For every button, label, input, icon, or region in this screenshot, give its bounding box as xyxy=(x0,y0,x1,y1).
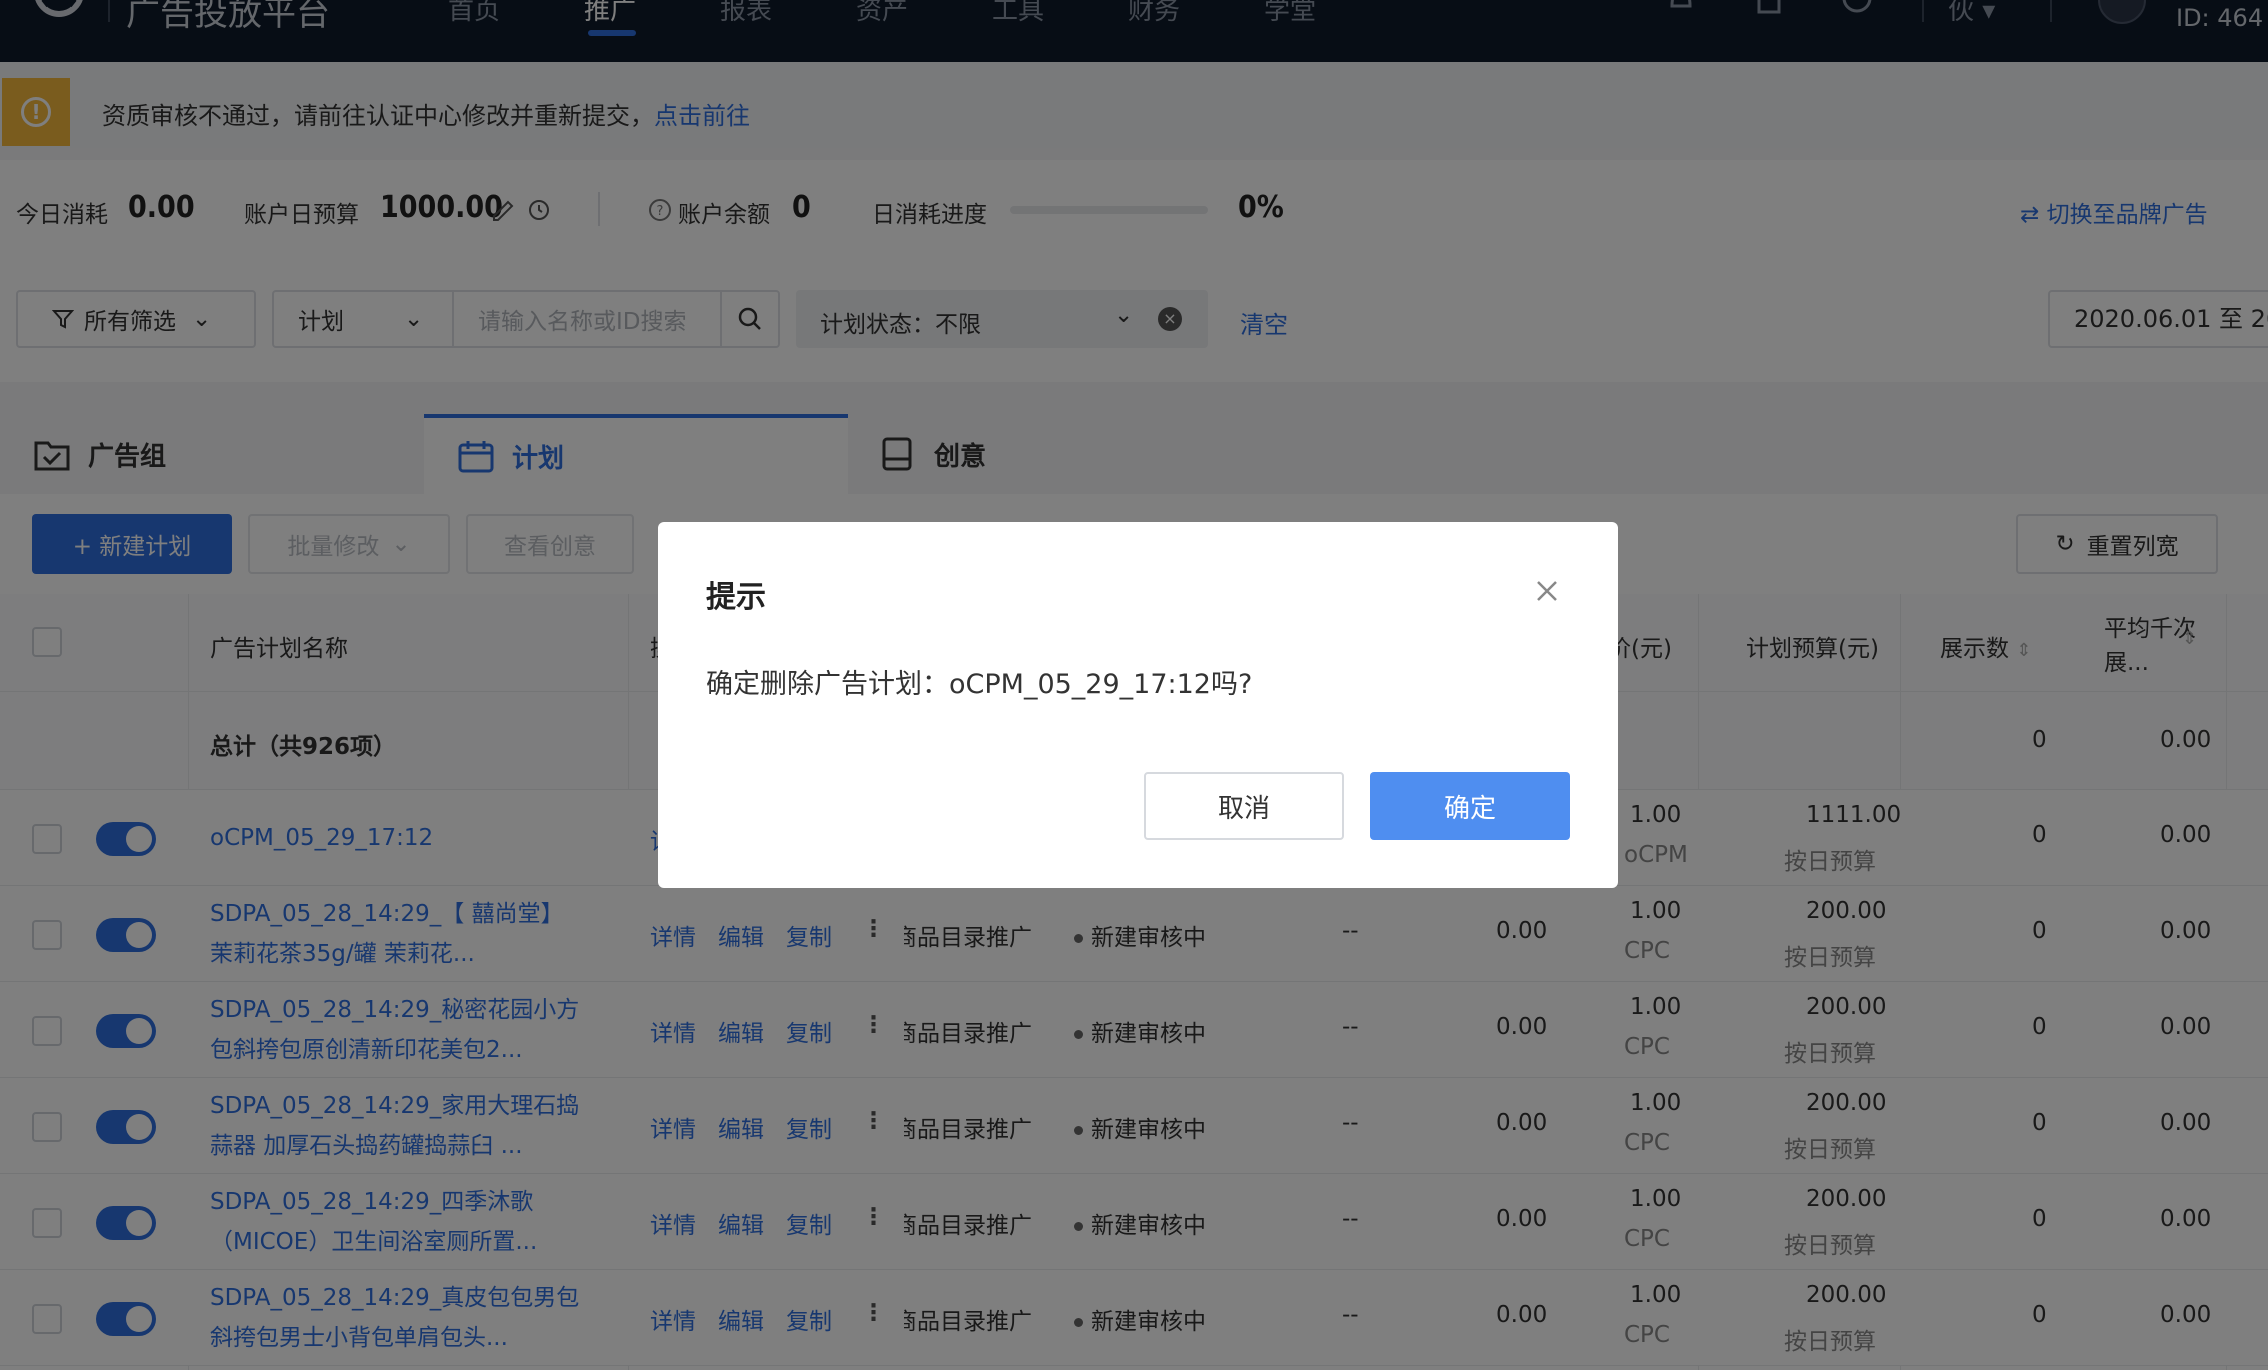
dialog-title: 提示 xyxy=(706,580,766,615)
dialog-message: 确定删除广告计划：oCPM_05_29_17:12吗? xyxy=(706,669,1253,700)
close-icon[interactable] xyxy=(1530,574,1564,608)
confirm-dialog: 提示 确定删除广告计划：oCPM_05_29_17:12吗? 取消 确定 xyxy=(658,522,1618,888)
confirm-button[interactable]: 确定 xyxy=(1370,772,1570,840)
cancel-button[interactable]: 取消 xyxy=(1144,772,1344,840)
